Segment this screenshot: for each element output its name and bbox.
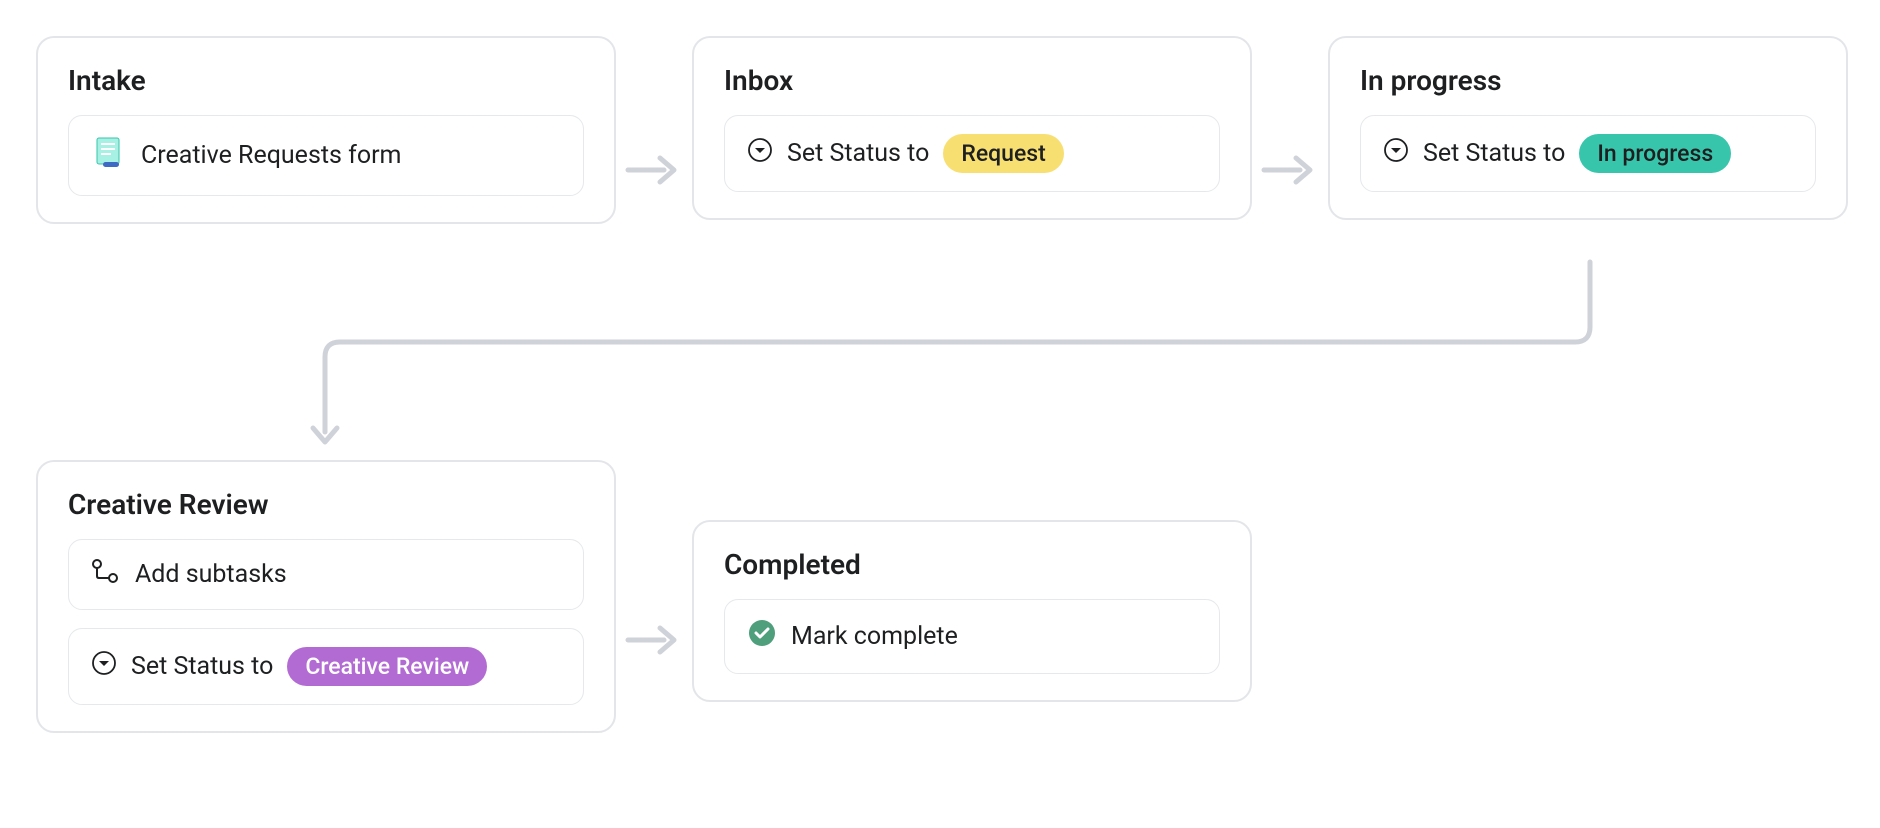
review-status-action[interactable]: Set Status to Creative Review: [68, 628, 584, 705]
inbox-status-action[interactable]: Set Status to Request: [724, 115, 1220, 192]
review-status-label: Set Status to: [131, 652, 273, 681]
stage-title: Completed: [724, 548, 1220, 581]
arrow-intake-inbox: [624, 150, 680, 190]
arrow-review-completed: [624, 620, 680, 660]
dropdown-icon: [91, 650, 117, 683]
completed-label: Mark complete: [791, 622, 958, 651]
stage-in-progress[interactable]: In progress Set Status to In progress: [1328, 36, 1848, 220]
stage-creative-review[interactable]: Creative Review Add subtasks Set Status …: [36, 460, 616, 733]
check-circle-icon: [747, 618, 777, 655]
arrow-inbox-progress: [1260, 150, 1316, 190]
review-subtasks-action[interactable]: Add subtasks: [68, 539, 584, 610]
progress-status-action[interactable]: Set Status to In progress: [1360, 115, 1816, 192]
stage-title: Intake: [68, 64, 584, 97]
stage-title: Creative Review: [68, 488, 584, 521]
status-pill-request: Request: [943, 134, 1063, 173]
stage-completed[interactable]: Completed Mark complete: [692, 520, 1252, 702]
subtasks-icon: [91, 558, 121, 591]
status-pill-in-progress: In progress: [1579, 134, 1731, 173]
form-icon: [91, 134, 127, 177]
stage-title: Inbox: [724, 64, 1220, 97]
completed-action[interactable]: Mark complete: [724, 599, 1220, 674]
stage-intake[interactable]: Intake Creative Requests form: [36, 36, 616, 224]
stage-title: In progress: [1360, 64, 1816, 97]
stage-inbox[interactable]: Inbox Set Status to Request: [692, 36, 1252, 220]
inbox-status-label: Set Status to: [787, 139, 929, 168]
intake-form-action[interactable]: Creative Requests form: [68, 115, 584, 196]
status-pill-creative-review: Creative Review: [287, 647, 487, 686]
progress-status-label: Set Status to: [1423, 139, 1565, 168]
intake-form-label: Creative Requests form: [141, 141, 401, 170]
review-subtasks-label: Add subtasks: [135, 560, 287, 589]
arrow-progress-review: [300, 250, 1620, 464]
dropdown-icon: [747, 137, 773, 170]
dropdown-icon: [1383, 137, 1409, 170]
